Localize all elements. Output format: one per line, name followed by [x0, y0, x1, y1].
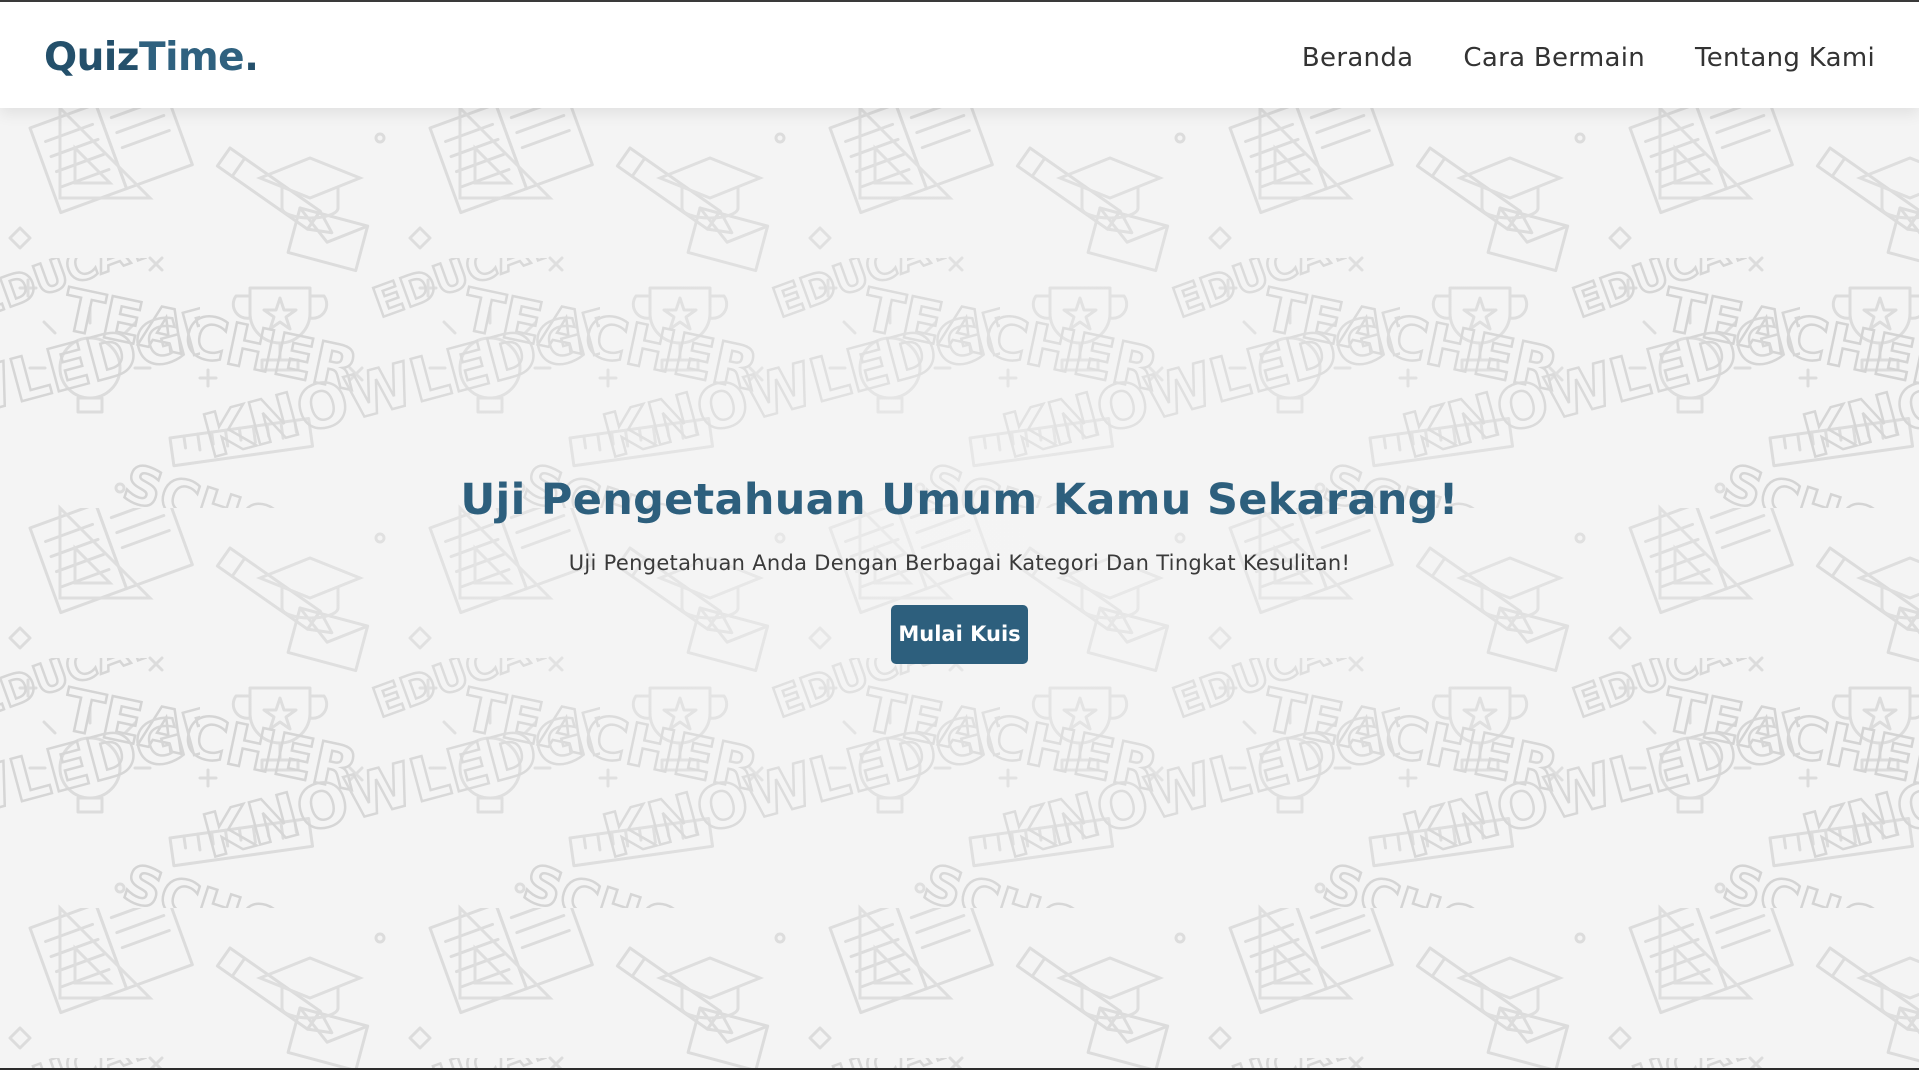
brand-name-part1: Quiz: [44, 35, 140, 80]
navbar: QuizTime. Beranda Cara Bermain Tentang K…: [0, 2, 1919, 108]
start-quiz-button[interactable]: Mulai Kuis: [891, 605, 1028, 664]
brand-name-part2: Time: [139, 35, 245, 80]
hero-subtitle: Uji Pengetahuan Anda Dengan Berbagai Kat…: [568, 551, 1351, 575]
page: TEACHER SCHOOL KNOWLEDGE EDUCATION: [0, 0, 1919, 1070]
nav-link-tentang-kami[interactable]: Tentang Kami: [1695, 36, 1875, 80]
nav-link-beranda[interactable]: Beranda: [1302, 36, 1413, 80]
brand-logo[interactable]: QuizTime.: [44, 32, 259, 84]
hero-section: Uji Pengetahuan Umum Kamu Sekarang! Uji …: [0, 470, 1919, 664]
main-nav: Beranda Cara Bermain Tentang Kami: [1302, 36, 1875, 80]
hero-title: Uji Pengetahuan Umum Kamu Sekarang!: [460, 475, 1459, 525]
nav-link-cara-bermain[interactable]: Cara Bermain: [1463, 36, 1645, 80]
brand-name-dot: .: [244, 35, 259, 80]
